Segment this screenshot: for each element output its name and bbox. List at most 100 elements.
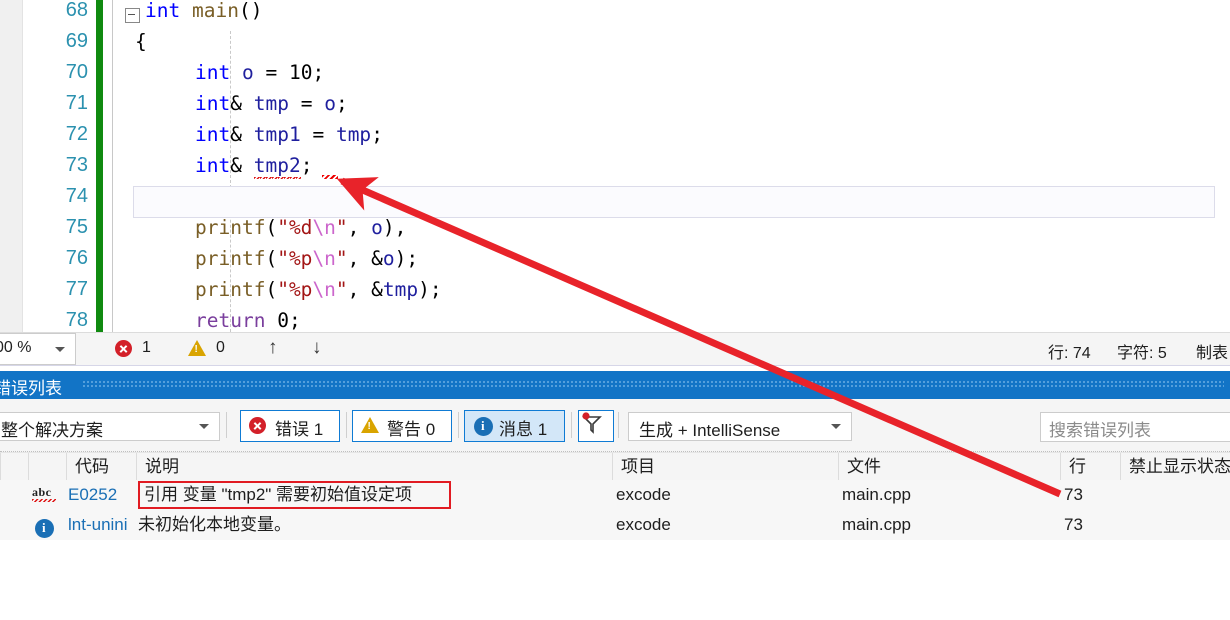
info-icon	[474, 417, 493, 436]
line-number: 77	[65, 278, 88, 300]
error-icon	[249, 417, 266, 434]
code-row[interactable]: 72 int& tmp1 = tmp;	[0, 119, 1230, 150]
warning-icon	[361, 417, 379, 433]
zoom-level-combobox[interactable]: 00 %	[0, 333, 76, 365]
prev-issue-arrow-icon[interactable]: ↑	[268, 337, 278, 359]
line-number: 68	[65, 0, 88, 21]
line-number: 70	[65, 61, 88, 83]
code-row[interactable]: 75 printf("%d\n", o),	[0, 212, 1230, 243]
cell-file: main.cpp	[842, 485, 911, 504]
status-line-indicator: 行: 74	[1048, 345, 1091, 362]
toolbar-separator	[618, 412, 619, 438]
code-text: printf("%p\n", &o);	[195, 247, 419, 270]
cell-line: 73	[1064, 485, 1083, 504]
line-number: 76	[65, 247, 88, 269]
code-row[interactable]: 68 int main()	[0, 0, 1230, 26]
editor-status-bar: 00 % 1 0 ↑ ↓ 行: 74 字符: 5 制表	[0, 332, 1230, 366]
code-row[interactable]: 71 int& tmp = o;	[0, 88, 1230, 119]
filter-button[interactable]	[578, 410, 614, 442]
line-number: 74	[65, 185, 88, 207]
cell-file: main.cpp	[842, 515, 911, 534]
code-row[interactable]: 70 int o = 10;	[0, 57, 1230, 88]
filter-icon	[582, 412, 602, 434]
line-number: 72	[65, 123, 88, 145]
cell-suppression	[1124, 480, 1230, 510]
warning-icon	[188, 340, 206, 356]
messages-toggle-button[interactable]: 消息 1	[464, 410, 565, 442]
abc-squiggle-icon: abc	[32, 485, 58, 503]
error-icon	[115, 340, 132, 357]
column-header-project[interactable]: 项目	[612, 453, 838, 481]
code-row[interactable]: 73 int& tmp2;	[0, 150, 1230, 181]
line-number: 78	[65, 309, 88, 331]
empty-list-area	[0, 540, 1230, 620]
status-error-count: 1	[142, 339, 151, 356]
table-row[interactable]: lnt-unini 未初始化本地变量。 excode main.cpp 73	[0, 510, 1230, 540]
code-text: int o = 10;	[195, 61, 325, 84]
messages-toggle-label: 消息 1	[499, 420, 548, 439]
error-list-title: 错误列表	[0, 379, 62, 398]
cell-suppression	[1124, 510, 1230, 540]
title-drag-dots	[82, 380, 1224, 389]
chevron-down-icon	[831, 424, 841, 429]
code-text: printf("%p\n", &tmp);	[195, 278, 442, 301]
errors-toggle-button[interactable]: 错误 1	[240, 410, 340, 442]
next-issue-arrow-icon[interactable]: ↓	[312, 337, 322, 359]
toolbar-separator	[571, 412, 572, 438]
chevron-down-icon	[55, 347, 65, 352]
code-text: int& tmp1 = tmp;	[195, 123, 383, 146]
code-row[interactable]: 69 {	[0, 26, 1230, 57]
column-header-suppression[interactable]: 禁止显示状态	[1120, 453, 1230, 481]
cell-code[interactable]: E0252	[68, 480, 134, 510]
line-number: 71	[65, 92, 88, 114]
search-placeholder: 搜索错误列表	[1049, 421, 1151, 440]
chevron-down-icon	[199, 424, 209, 429]
error-squiggle	[322, 175, 338, 179]
status-char-indicator: 字符: 5	[1117, 345, 1167, 362]
toolbar-separator	[346, 412, 347, 438]
build-filter-value: 生成 + IntelliSense	[639, 421, 781, 440]
toolbar-separator	[458, 412, 459, 438]
column-header-indicator[interactable]	[0, 453, 28, 481]
cell-description: 未初始化本地变量。	[138, 515, 291, 534]
cell-code[interactable]: lnt-unini	[68, 510, 140, 540]
code-row[interactable]: 76 printf("%p\n", &o);	[0, 243, 1230, 274]
column-header-code[interactable]: 代码	[66, 453, 136, 481]
error-list-toolbar: 整个解决方案 错误 1 警告 0 消息 1 生成 + Inte	[0, 399, 1230, 452]
warnings-toggle-button[interactable]: 警告 0	[352, 410, 452, 442]
code-text: {	[135, 30, 147, 53]
column-header-file[interactable]: 文件	[838, 453, 1060, 481]
line-number: 69	[65, 30, 88, 52]
code-text: int& tmp = o;	[195, 92, 348, 115]
warnings-toggle-label: 警告 0	[387, 420, 436, 439]
line-number: 75	[65, 216, 88, 238]
column-header-icon[interactable]	[28, 453, 66, 481]
cell-project: excode	[616, 485, 671, 504]
errors-toggle-label: 错误 1	[275, 420, 324, 439]
status-warning-count: 0	[216, 339, 225, 356]
code-text: printf("%d\n", o),	[195, 216, 407, 239]
search-error-list-box[interactable]: 搜索错误列表	[1040, 412, 1230, 442]
column-header-description[interactable]: 说明	[136, 453, 612, 481]
code-editor[interactable]: 68 int main() 69 { 70 int o = 10; 71 int…	[0, 0, 1230, 332]
code-row[interactable]: 78 return 0;	[0, 305, 1230, 332]
column-header-line[interactable]: 行	[1060, 453, 1120, 481]
error-list-title-bar[interactable]: 错误列表	[0, 371, 1230, 399]
code-text: return 0;	[195, 309, 301, 332]
toolbar-separator	[226, 412, 227, 438]
code-text: int& tmp2;	[195, 150, 312, 181]
build-filter-combobox[interactable]: 生成 + IntelliSense	[628, 412, 852, 441]
code-row-current[interactable]: 74	[0, 181, 1230, 212]
scope-filter-combobox[interactable]: 整个解决方案	[0, 412, 220, 441]
cell-line: 73	[1064, 515, 1083, 534]
code-text: int main()	[145, 0, 263, 22]
code-row[interactable]: 77 printf("%p\n", &tmp);	[0, 274, 1230, 305]
line-number: 73	[65, 154, 88, 176]
abc-icon-squiggle	[32, 499, 56, 502]
cell-project: excode	[616, 515, 671, 534]
scope-filter-value: 整个解决方案	[1, 421, 103, 440]
info-icon	[35, 519, 54, 538]
status-tab-indicator: 制表	[1196, 345, 1229, 362]
zoom-level-value: 00 %	[0, 339, 32, 356]
abc-icon-glyph: abc	[32, 485, 52, 499]
